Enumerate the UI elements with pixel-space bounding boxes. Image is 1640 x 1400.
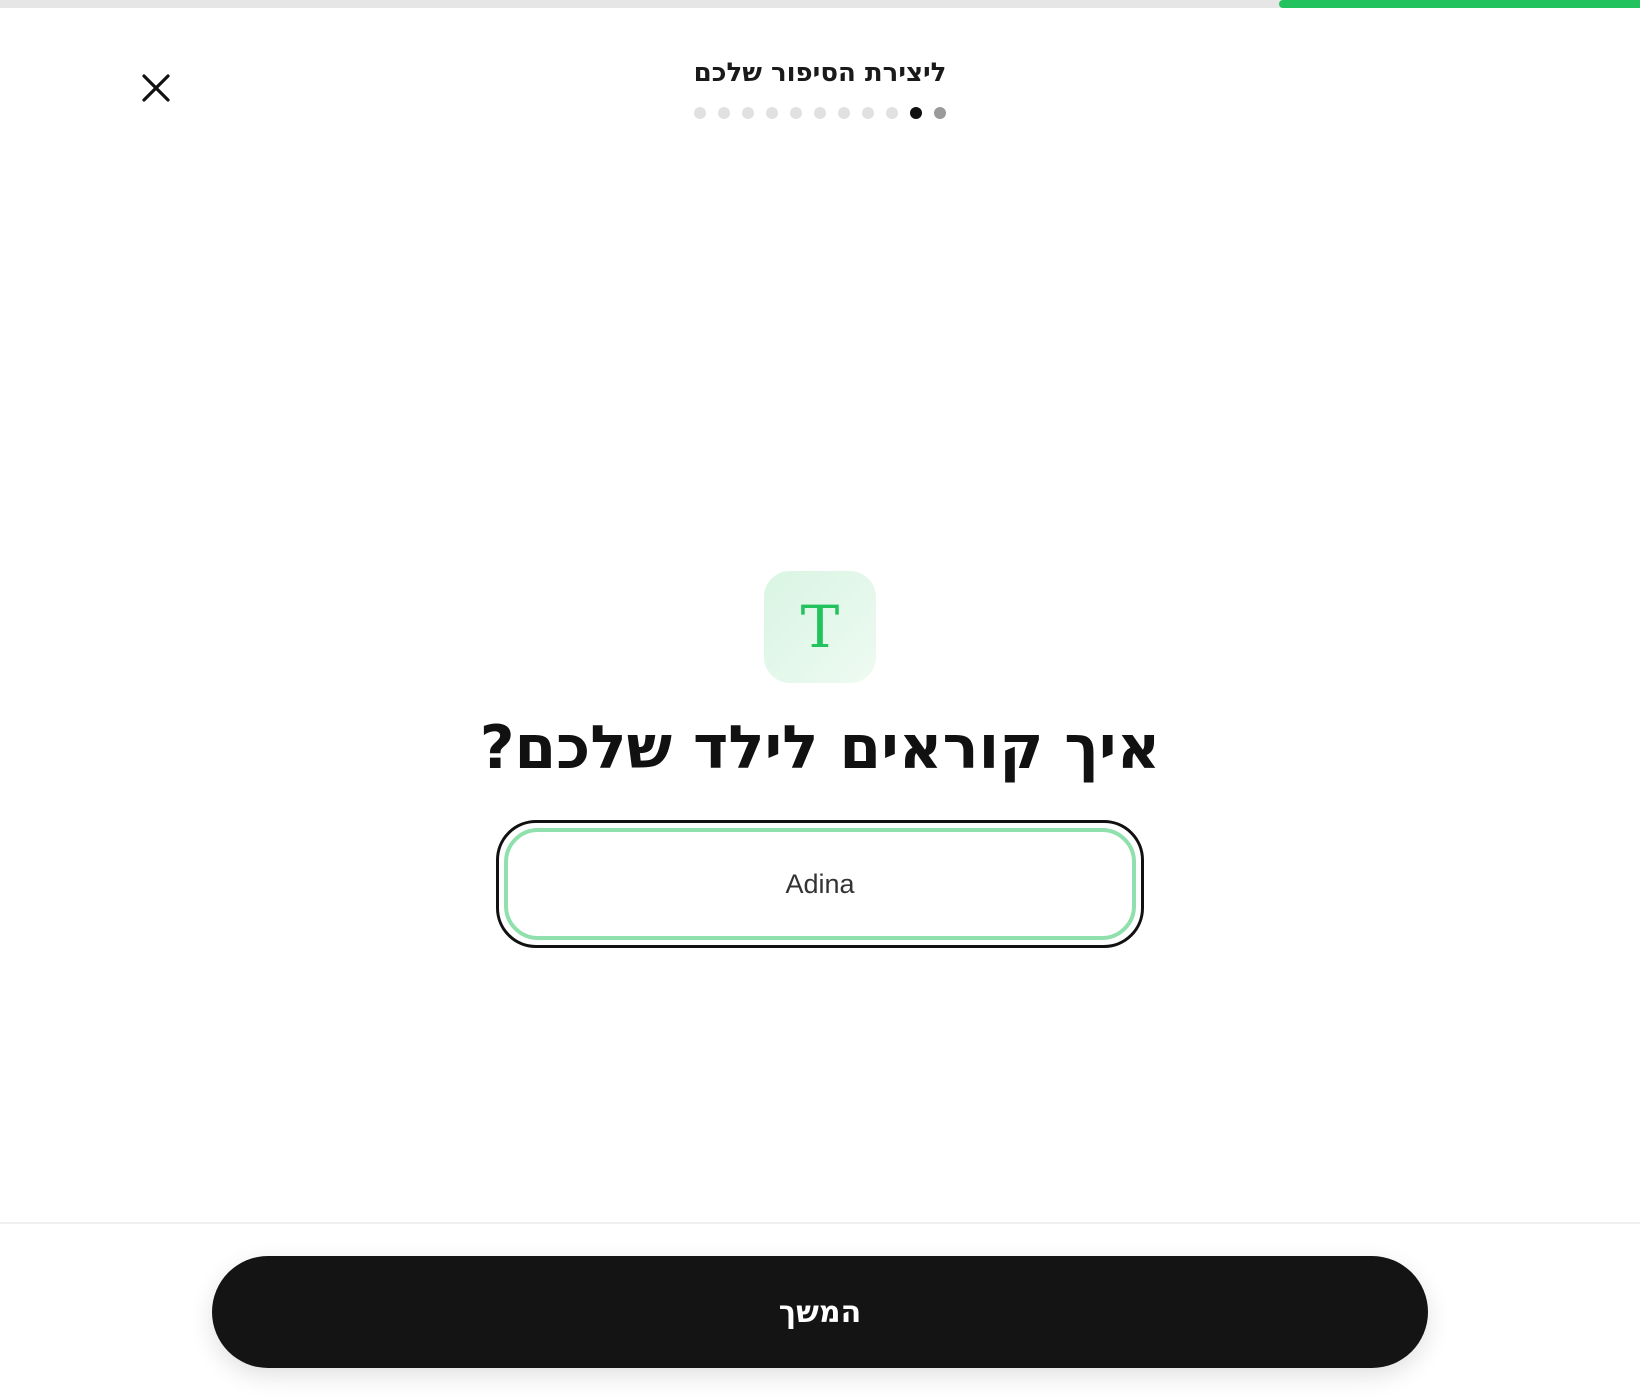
text-t-icon: T (801, 597, 840, 657)
step-dot (934, 107, 946, 119)
footer-divider (0, 1222, 1640, 1224)
step-dot (790, 107, 802, 119)
step-dot (838, 107, 850, 119)
step-dot (814, 107, 826, 119)
name-field (496, 820, 1144, 948)
flow-title: ליצירת הסיפור שלכם (693, 58, 947, 88)
step-dot (694, 107, 706, 119)
step-dot (742, 107, 754, 119)
progress-bar (0, 0, 1640, 8)
step-dot (718, 107, 730, 119)
child-name-input[interactable] (504, 828, 1136, 940)
step-indicator (0, 107, 1640, 119)
step-dot (862, 107, 874, 119)
step-dot (766, 107, 778, 119)
step-dot (886, 107, 898, 119)
text-icon-tile: T (764, 571, 876, 683)
step-dot (910, 107, 922, 119)
onboarding-page: ליצירת הסיפור שלכם T איך קוראים לילד שלכ… (0, 0, 1640, 1400)
text-t-glyph: T (801, 597, 840, 657)
progress-bar-fill (1279, 0, 1640, 8)
continue-button[interactable]: המשך (212, 1256, 1428, 1368)
question-heading: איך קוראים לילד שלכם? (479, 713, 1161, 783)
